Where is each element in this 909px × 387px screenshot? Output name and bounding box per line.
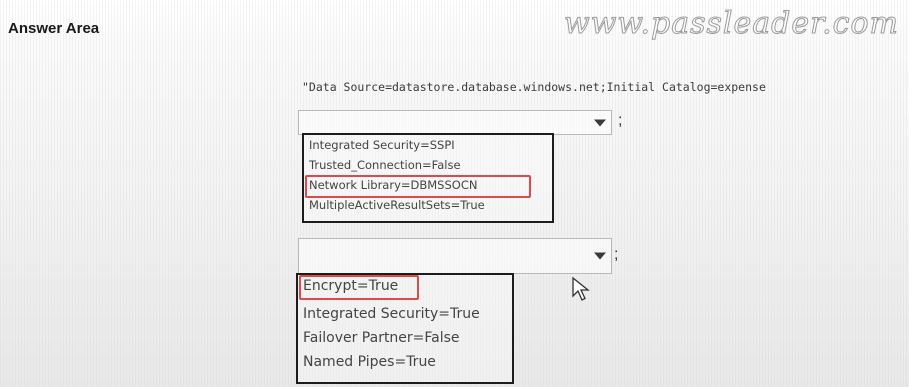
dropdown-1-options: Integrated Security=SSPI Trusted_Connect…: [302, 133, 554, 223]
dropdown-1[interactable]: [298, 110, 612, 135]
dropdown-2[interactable]: [298, 238, 612, 274]
selection-highlight-1: [305, 175, 531, 198]
option-trusted-connection-false[interactable]: Trusted_Connection=False: [309, 158, 461, 172]
option-failover-partner-false[interactable]: Failover Partner=False: [303, 330, 460, 346]
option-integrated-security-true[interactable]: Integrated Security=True: [303, 306, 480, 322]
dropdown-2-options: Encrypt=True Integrated Security=True Fa…: [296, 273, 514, 384]
chevron-down-icon[interactable]: [594, 252, 606, 260]
mouse-pointer-icon: [572, 276, 590, 301]
option-multiple-active-result-sets-true[interactable]: MultipleActiveResultSets=True: [309, 198, 485, 212]
answer-area-title: Answer Area: [8, 20, 100, 37]
separator-2: ;: [614, 246, 619, 263]
selection-highlight-2: [299, 275, 419, 300]
option-integrated-security-sspi[interactable]: Integrated Security=SSPI: [309, 138, 455, 152]
answer-area-panel: Answer Area www.passleader.com "Data Sou…: [0, 0, 909, 387]
chevron-down-icon[interactable]: [594, 119, 606, 126]
separator-1: ;: [618, 112, 623, 129]
connection-string-text: "Data Source=datastore.database.windows.…: [302, 80, 766, 94]
watermark-logo: www.passleader.com: [564, 6, 899, 42]
option-named-pipes-true[interactable]: Named Pipes=True: [303, 354, 436, 370]
